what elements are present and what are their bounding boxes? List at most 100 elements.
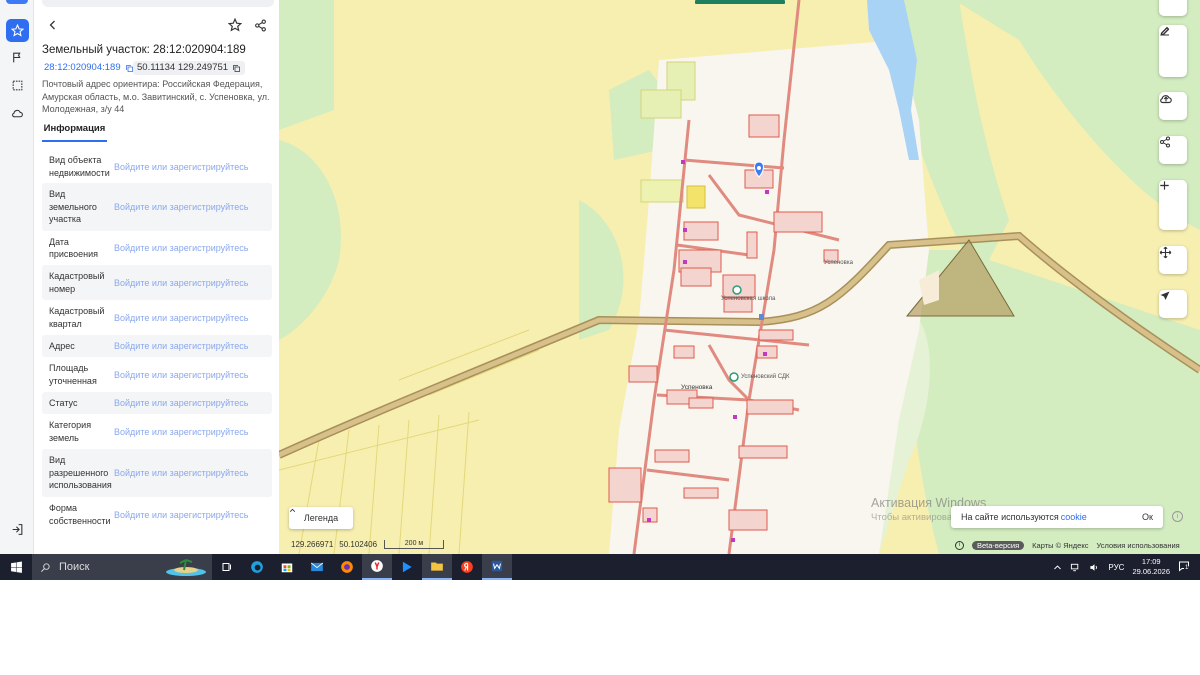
table-row: Кадастровый квартал Войдите или зарегист… — [42, 300, 272, 335]
taskbar-firefox[interactable] — [332, 554, 362, 580]
play-icon — [402, 561, 412, 573]
login-link[interactable]: Войдите или зарегистрируйтесь — [114, 510, 272, 520]
network-icon[interactable] — [1070, 562, 1081, 573]
taskbar-yandex[interactable] — [452, 554, 482, 580]
navigation-arrow-icon — [1160, 291, 1170, 300]
taskbar-mail[interactable] — [302, 554, 332, 580]
map-canvas[interactable] — [279, 0, 1200, 554]
taskbar-yandex-browser[interactable] — [362, 554, 392, 580]
legend-button[interactable]: Легенда — [289, 507, 353, 529]
task-view-icon — [222, 563, 231, 571]
login-link[interactable]: Войдите или зарегистрируйтесь — [114, 313, 272, 323]
geolocation-button[interactable] — [1159, 290, 1187, 318]
login-link[interactable]: Войдите или зарегистрируйтесь — [114, 341, 272, 351]
rail-top-accent — [6, 0, 28, 4]
map-top-button[interactable] — [1159, 0, 1187, 16]
table-row: Площадь уточненная Войдите или зарегистр… — [42, 357, 272, 392]
taskbar-edge[interactable] — [242, 554, 272, 580]
word-icon — [491, 560, 503, 572]
zoom-out-icon[interactable] — [1159, 180, 1170, 191]
start-button[interactable] — [0, 554, 32, 580]
login-link[interactable]: Войдите или зарегистрируйтесь — [114, 427, 272, 437]
taskbar-media-player[interactable] — [392, 554, 422, 580]
pan-button[interactable] — [1159, 246, 1187, 274]
taskbar-search[interactable]: Поиск — [32, 554, 212, 580]
login-link[interactable]: Войдите или зарегистрируйтесь — [114, 398, 272, 408]
school-label: Успеновская школа — [721, 296, 776, 302]
table-row: Адрес Войдите или зарегистрируйтесь — [42, 335, 272, 357]
back-button[interactable] — [44, 16, 62, 34]
move-arrows-icon — [1159, 246, 1172, 259]
share-button[interactable] — [251, 16, 269, 34]
folder-icon — [431, 562, 443, 571]
clock-time: 17:09 — [1141, 557, 1161, 566]
left-rail — [0, 0, 34, 554]
draw-tools[interactable] — [1159, 25, 1187, 77]
table-row: Статус Войдите или зарегистрируйтесь — [42, 392, 272, 414]
terms-link[interactable]: Условия использования — [1096, 541, 1179, 550]
table-row: Вид разрешенного использования Войдите и… — [42, 449, 272, 497]
row-label: Вид разрешенного использования — [49, 455, 112, 491]
login-icon — [12, 524, 23, 535]
tab-information[interactable]: Информация — [42, 120, 107, 142]
favorites-button[interactable] — [6, 19, 29, 42]
favorite-button[interactable] — [226, 16, 244, 34]
parcel-info-panel: Земельный участок: 28:12:020904:189 28:1… — [34, 0, 279, 554]
login-link[interactable]: Войдите или зарегистрируйтесь — [114, 162, 272, 172]
coords-value: 50.11134 129.249751 — [137, 62, 229, 73]
select-area-button[interactable] — [6, 74, 29, 97]
mail-icon — [310, 562, 324, 572]
taskbar-explorer[interactable] — [422, 554, 452, 580]
system-tray: РУС 17:09 29.06.2026 1 — [1053, 554, 1200, 580]
cad-number-chip[interactable]: 28:12:020904:189 — [40, 61, 138, 75]
input-language[interactable]: РУС — [1108, 563, 1124, 572]
table-row: Вид земельного участка Войдите или зарег… — [42, 183, 272, 231]
notifications-button[interactable]: 1 — [1178, 560, 1190, 574]
yandex-attribution[interactable]: Карты © Яндекс — [1032, 541, 1088, 550]
clock[interactable]: 17:09 29.06.2026 — [1132, 557, 1170, 577]
cookie-link[interactable]: cookie — [1061, 512, 1087, 522]
coords-chip[interactable]: 50.11134 129.249751 — [133, 61, 246, 75]
login-link[interactable]: Войдите или зарегистрируйтесь — [114, 202, 272, 212]
share-icon — [1160, 136, 1170, 148]
edge-icon — [251, 561, 263, 573]
edit-icon[interactable] — [1159, 25, 1171, 37]
login-link[interactable]: Войдите или зарегистрируйтесь — [114, 468, 272, 478]
copy-icon[interactable] — [232, 64, 241, 73]
layers-button[interactable] — [6, 46, 29, 69]
login-button[interactable] — [6, 518, 29, 541]
row-label: Вид земельного участка — [49, 189, 97, 225]
cursor-lat: 50.102406 — [339, 540, 378, 549]
row-label: Кадастровый квартал — [49, 306, 105, 329]
village-label: Успеновка — [681, 384, 713, 391]
island-search-art-icon — [166, 559, 206, 576]
login-link[interactable]: Войдите или зарегистрируйтесь — [114, 278, 272, 288]
cookie-info-icon[interactable]: i — [1172, 511, 1183, 522]
clock-date: 29.06.2026 — [1132, 567, 1170, 576]
cloud-icon — [12, 109, 23, 118]
taskbar-word[interactable] — [482, 554, 512, 580]
task-view-button[interactable] — [212, 554, 242, 580]
info-icon[interactable]: i — [955, 541, 964, 550]
chevron-up-icon — [289, 508, 296, 512]
cloud-button[interactable] — [6, 102, 29, 125]
row-label: Дата присвоения — [49, 236, 98, 260]
chevron-up-icon[interactable] — [1053, 563, 1062, 572]
beta-badge: Beta-версия — [972, 541, 1025, 550]
row-label: Форма собственности — [49, 503, 111, 526]
map-view[interactable]: Успеновка Успеновская школа Успеновский … — [279, 0, 1200, 554]
star-icon — [11, 24, 24, 37]
taskbar-store[interactable] — [272, 554, 302, 580]
table-row: Вид объекта недвижимости Войдите или зар… — [42, 150, 272, 183]
upload-button[interactable] — [1159, 92, 1187, 120]
search-icon — [41, 562, 50, 572]
volume-icon[interactable] — [1089, 562, 1100, 573]
login-link[interactable]: Войдите или зарегистрируйтесь — [114, 243, 272, 253]
zoom-controls[interactable] — [1159, 180, 1187, 230]
parcel-title: Земельный участок: 28:12:020904:189 — [42, 44, 246, 56]
login-link[interactable]: Войдите или зарегистрируйтесь — [114, 370, 272, 380]
map-share-button[interactable] — [1159, 136, 1187, 164]
share-icon — [254, 19, 266, 31]
panel-top-strip — [42, 0, 274, 7]
cookie-ok-button[interactable]: Ок — [1142, 512, 1153, 522]
